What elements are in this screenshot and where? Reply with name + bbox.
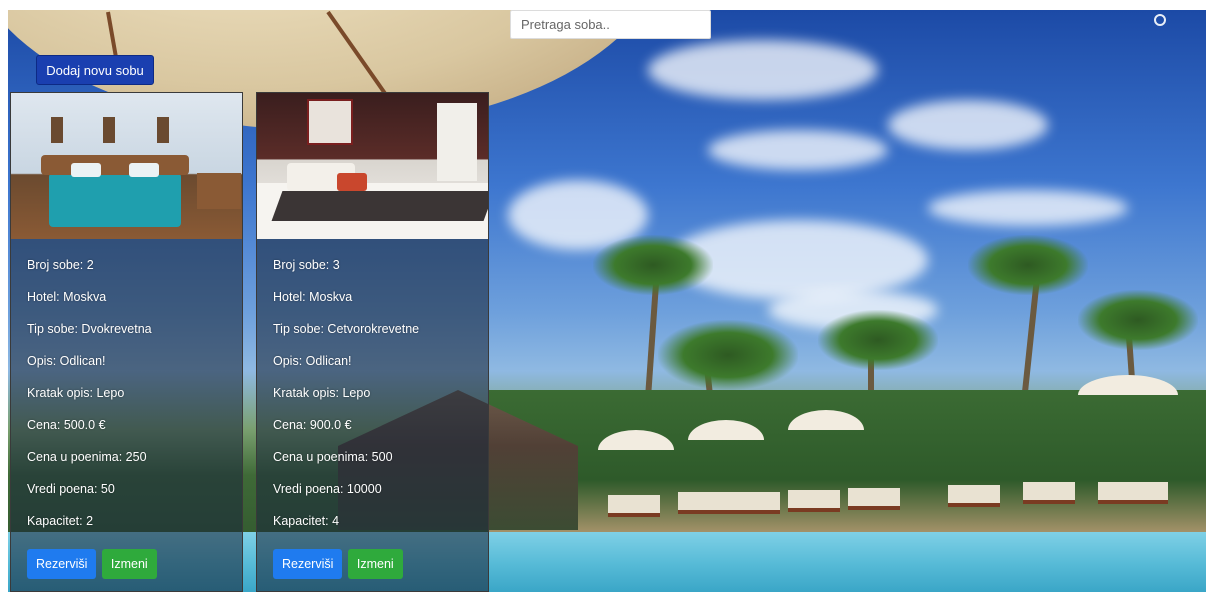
room-hotel: Hotel: Moskva: [27, 290, 107, 304]
room-number: Broj sobe: 2: [27, 258, 94, 272]
edit-button[interactable]: Izmeni: [347, 549, 403, 579]
room-price-points: Cena u poenima: 500: [273, 450, 393, 464]
reserve-button[interactable]: Rezerviši: [273, 549, 343, 579]
room-price-points: Cena u poenima: 250: [27, 450, 147, 464]
room-image: [257, 93, 488, 239]
room-capacity: Kapacitet: 4: [273, 514, 340, 528]
room-points-value: Vredi poena: 10000: [273, 482, 382, 496]
logo-icon: [1154, 14, 1166, 26]
reserve-button[interactable]: Rezerviši: [27, 549, 97, 579]
room-points-value: Vredi poena: 50: [27, 482, 115, 496]
edit-button[interactable]: Izmeni: [101, 549, 157, 579]
room-type: Tip sobe: Dvokrevetna: [27, 322, 152, 336]
room-card: Broj sobe: 2 Hotel: Moskva Tip sobe: Dvo…: [10, 92, 243, 592]
room-number: Broj sobe: 3: [273, 258, 340, 272]
room-price: Cena: 500.0 €: [27, 418, 106, 432]
search-input[interactable]: [510, 10, 711, 39]
room-card: Broj sobe: 3 Hotel: Moskva Tip sobe: Cet…: [256, 92, 489, 592]
room-image: [11, 93, 242, 239]
room-description: Opis: Odlican!: [273, 354, 352, 368]
room-short-description: Kratak opis: Lepo: [27, 386, 125, 400]
room-price: Cena: 900.0 €: [273, 418, 352, 432]
room-type: Tip sobe: Cetvorokrevetne: [273, 322, 420, 336]
room-description: Opis: Odlican!: [27, 354, 106, 368]
add-room-button[interactable]: Dodaj novu sobu: [36, 55, 154, 85]
room-capacity: Kapacitet: 2: [27, 514, 94, 528]
logo: [1154, 14, 1206, 28]
room-short-description: Kratak opis: Lepo: [273, 386, 371, 400]
room-hotel: Hotel: Moskva: [273, 290, 353, 304]
